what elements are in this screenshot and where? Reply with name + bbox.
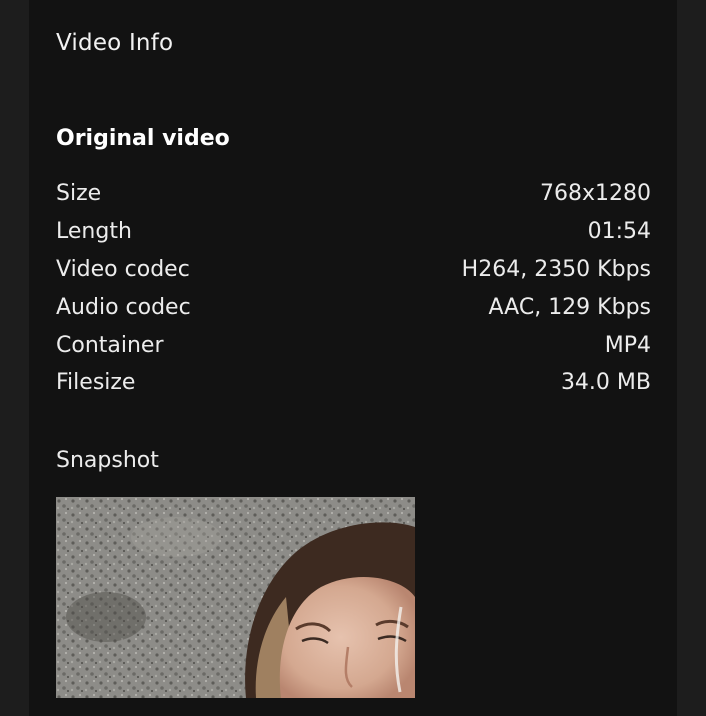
info-row-length: Length 01:54 [56, 213, 651, 251]
panel-heading: Video Info [56, 30, 174, 56]
info-row-video-codec: Video codec H264, 2350 Kbps [56, 251, 651, 289]
info-row-size: Size 768x1280 [56, 175, 651, 213]
snapshot-image [56, 497, 415, 698]
info-value: 34.0 MB [560, 370, 651, 396]
section-title-original-video: Original video [56, 126, 230, 151]
info-label: Filesize [56, 370, 136, 396]
info-value: H264, 2350 Kbps [461, 256, 651, 282]
snapshot-thumbnail[interactable] [56, 497, 415, 698]
info-label: Container [56, 332, 164, 358]
info-label: Video codec [56, 256, 190, 282]
info-label: Size [56, 181, 102, 207]
info-row-container: Container MP4 [56, 326, 651, 364]
info-value: MP4 [604, 332, 651, 358]
video-info-panel: Video Info Original video Size 768x1280 … [29, 0, 677, 716]
info-rows: Size 768x1280 Length 01:54 Video codec H… [56, 175, 651, 402]
info-label: Length [56, 219, 132, 245]
info-row-filesize: Filesize 34.0 MB [56, 364, 651, 402]
info-value: AAC, 129 Kbps [488, 294, 651, 320]
info-value: 768x1280 [540, 181, 651, 207]
info-value: 01:54 [587, 219, 651, 245]
snapshot-label: Snapshot [56, 448, 159, 473]
info-row-audio-codec: Audio codec AAC, 129 Kbps [56, 288, 651, 326]
info-label: Audio codec [56, 294, 191, 320]
